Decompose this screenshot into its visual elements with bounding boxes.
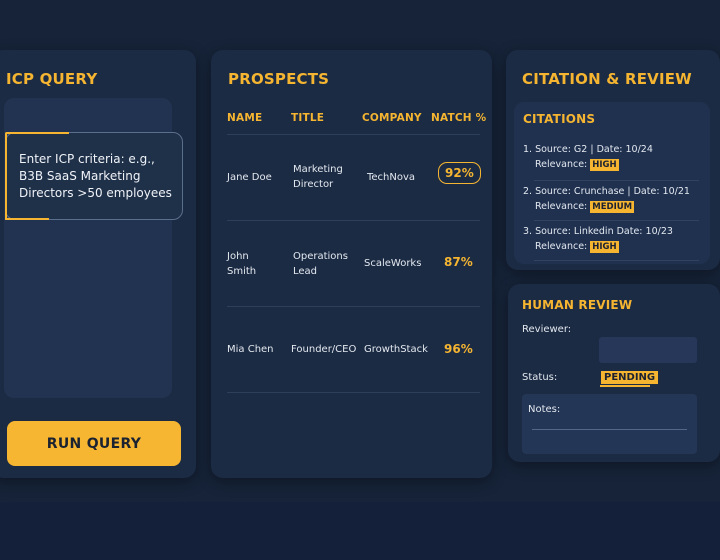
citations-title: CITATIONS: [523, 112, 596, 126]
prospect-company: GrowthStack: [364, 344, 428, 355]
citations-card: CITATIONS 1. Source: G2 | Date: 10/24 Re…: [514, 102, 710, 264]
human-review-panel: HUMAN REVIEW Reviewer: Status: PENDING N…: [508, 284, 720, 462]
table-divider: [227, 306, 480, 307]
citation-divider: [534, 180, 699, 181]
icp-query-title: ICP QUERY: [6, 70, 98, 88]
citation-divider: [534, 220, 699, 221]
status-underline: [600, 385, 650, 387]
focus-highlight: [5, 132, 7, 220]
relevance-badge: HIGH: [590, 241, 619, 253]
relevance-label: Relevance:: [535, 201, 588, 212]
prospect-name: Mia Chen: [227, 344, 274, 355]
citation-source: 3. Source: Linkedin Date: 10/23: [523, 226, 673, 237]
citation-item[interactable]: 2. Source: Crunchase | Date: 10/21 Relev…: [523, 184, 701, 215]
citation-review-panel: CITATION & REVIEW CITATIONS 1. Source: G…: [506, 50, 720, 270]
column-header-title[interactable]: TITLE: [291, 112, 324, 124]
icp-criteria-input[interactable]: Enter ICP criteria: e.g., B3B SaaS Marke…: [5, 132, 183, 220]
relevance-label: Relevance:: [535, 159, 588, 170]
reviewer-input[interactable]: [599, 337, 697, 363]
status-label: Status:: [522, 372, 558, 383]
human-review-title: HUMAN REVIEW: [522, 298, 633, 312]
match-score: 87%: [444, 255, 473, 269]
relevance-badge: HIGH: [590, 159, 619, 171]
table-divider: [227, 134, 480, 135]
notes-underline: [532, 429, 687, 430]
focus-highlight: [5, 132, 69, 134]
icp-criteria-text: Enter ICP criteria: e.g., B3B SaaS Marke…: [19, 152, 172, 200]
citation-source: 2. Source: Crunchase | Date: 10/21: [523, 186, 690, 197]
match-score: 92%: [438, 162, 481, 184]
prospect-company: TechNova: [367, 172, 416, 183]
notes-field[interactable]: Notes:: [522, 394, 697, 454]
footer-band: [0, 502, 720, 560]
focus-highlight: [5, 218, 49, 220]
prospect-title: Founder/CEO: [291, 344, 357, 355]
icp-query-panel: ICP QUERY: [0, 50, 196, 478]
citation-review-title: CITATION & REVIEW: [522, 70, 692, 88]
prospect-company: ScaleWorks: [364, 258, 422, 269]
reviewer-label: Reviewer:: [522, 324, 572, 335]
relevance-badge: MEDIUM: [590, 201, 635, 213]
column-header-company[interactable]: COMPANY: [362, 112, 422, 124]
prospect-title: Marketing Director: [293, 164, 343, 190]
status-badge[interactable]: PENDING: [601, 371, 659, 384]
citation-item[interactable]: 3. Source: Linkedin Date: 10/23 Relevanc…: [523, 224, 701, 255]
prospect-name: John Smith: [227, 251, 257, 277]
prospect-title: Operations Lead: [293, 251, 348, 277]
match-score: 96%: [444, 342, 473, 356]
column-header-name[interactable]: NAME: [227, 112, 262, 124]
table-divider: [227, 392, 480, 393]
table-divider: [227, 220, 480, 221]
run-query-button[interactable]: RUN QUERY: [7, 421, 181, 466]
notes-label: Notes:: [528, 404, 561, 415]
prospect-name: Jane Doe: [227, 172, 272, 183]
column-header-match[interactable]: NATCH %: [431, 112, 486, 124]
citation-item[interactable]: 1. Source: G2 | Date: 10/24 Relevance: H…: [523, 142, 701, 173]
citation-source: 1. Source: G2 | Date: 10/24: [523, 144, 653, 155]
citation-divider: [534, 260, 699, 261]
relevance-label: Relevance:: [535, 241, 588, 252]
prospects-panel: PROSPECTS NAME TITLE COMPANY NATCH % Jan…: [211, 50, 492, 478]
prospects-title: PROSPECTS: [228, 70, 330, 88]
